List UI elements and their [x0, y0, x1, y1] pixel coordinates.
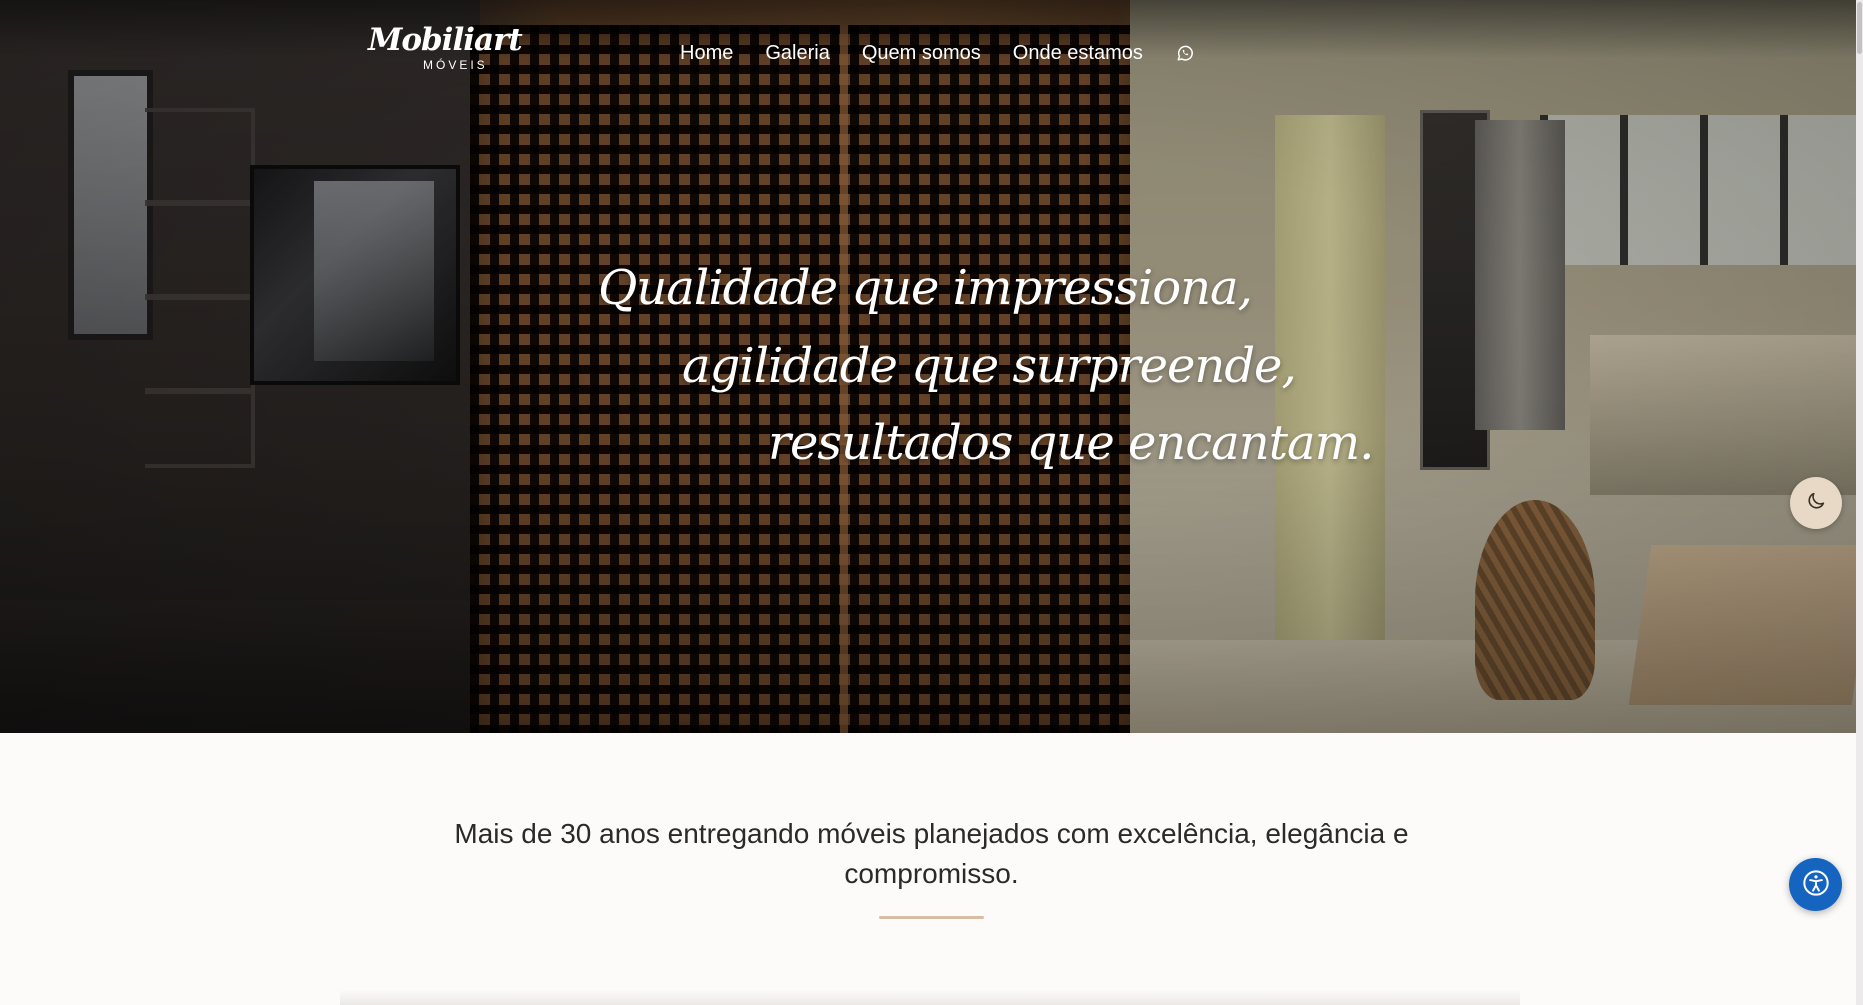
moon-icon — [1805, 490, 1827, 516]
next-section-preview — [340, 990, 1520, 1005]
nav-item-home[interactable]: Home — [680, 42, 733, 65]
hero-tagline-line-2: agilidade que surpreende, — [682, 338, 1297, 394]
accessibility-icon — [1802, 869, 1830, 901]
page-scrollbar[interactable] — [1856, 0, 1863, 1005]
nav-item-onde-estamos[interactable]: Onde estamos — [1013, 42, 1143, 65]
hero-tagline-line-3: resultados que encantam. — [768, 415, 1374, 471]
hero-tagline-line-1: Qualidade que impressiona, — [598, 260, 1253, 316]
brand-name: Mobiliart — [368, 22, 523, 58]
theme-toggle-button[interactable] — [1790, 477, 1842, 529]
nav-item-quem-somos[interactable]: Quem somos — [862, 42, 981, 65]
whatsapp-icon[interactable] — [1175, 43, 1195, 63]
nav-item-galeria[interactable]: Galeria — [765, 42, 829, 65]
section-divider — [879, 916, 984, 919]
main-nav: Home Galeria Quem somos Onde estamos — [680, 38, 1227, 68]
brand-subtitle: MÓVEIS — [423, 58, 488, 72]
accessibility-button[interactable] — [1789, 858, 1842, 911]
intro-text: Mais de 30 anos entregando móveis planej… — [454, 818, 1409, 889]
scrollbar-thumb[interactable] — [1857, 2, 1862, 54]
brand-logo[interactable]: Mobiliart MÓVEIS — [368, 22, 523, 74]
